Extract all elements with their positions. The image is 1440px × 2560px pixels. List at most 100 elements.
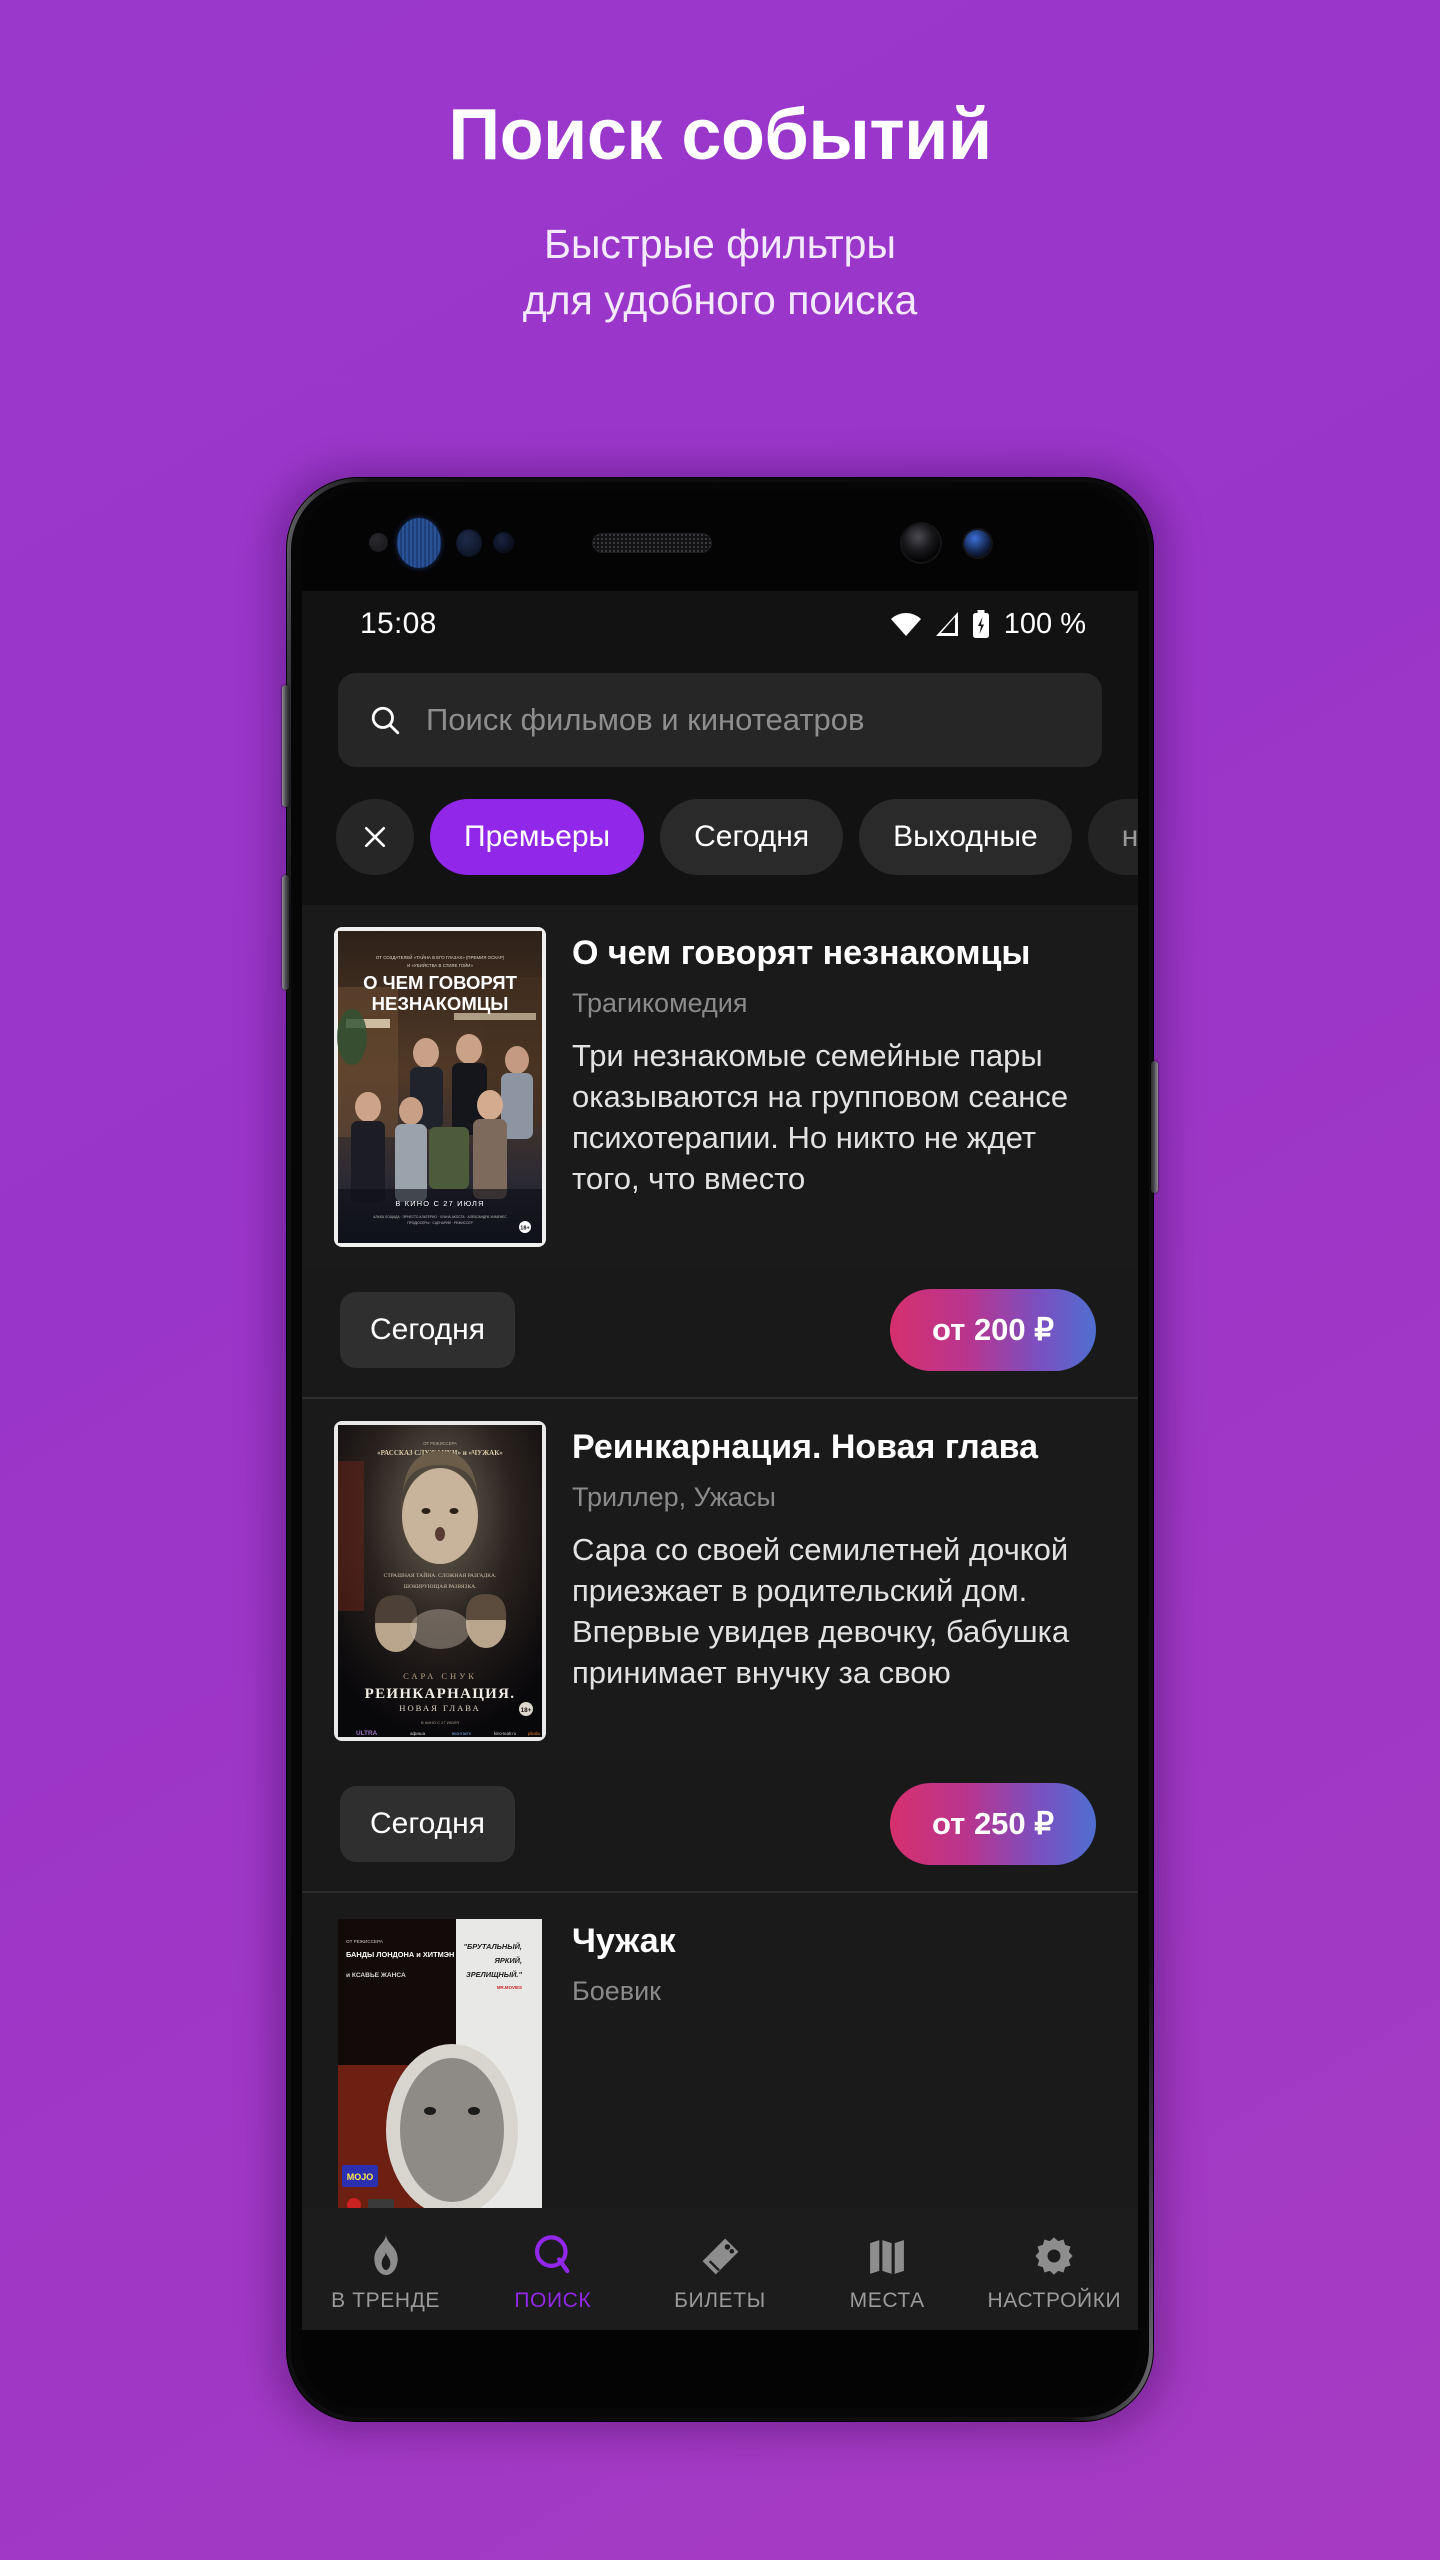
status-bar: 15:08 100 % <box>302 583 1138 665</box>
svg-text:АЛЬБА ЛОЩАДА · ЭРНЕСТО АЛЬТЕРИ: АЛЬБА ЛОЩАДА · ЭРНЕСТО АЛЬТЕРИО · ХУАНА … <box>373 1215 507 1219</box>
wifi-icon <box>890 613 921 636</box>
movie-poster-3: ОТ РЕЖИССЕРА БАНДЫ ЛОНДОНА и ХИТМЭН и КС… <box>334 1915 546 2235</box>
svg-text:НЕЗНАКОМЦЫ: НЕЗНАКОМЦЫ <box>372 993 509 1014</box>
flame-icon <box>366 2231 406 2277</box>
svg-text:САРА СНУК: САРА СНУК <box>403 1671 477 1681</box>
showtime-day-chip[interactable]: Сегодня <box>340 1292 515 1368</box>
svg-text:MOJO: MOJO <box>347 2172 374 2182</box>
movie-list: ОТ СОЗДАТЕЛЕЙ «ТАЙНА В ЕГО ГЛАЗАХ» (ПРЕМ… <box>302 905 1138 2235</box>
poster-art-2: ОТ РЕЖИССЕРА «РАССКАЗ СЛУЖАНКИ» и «ЧУЖАК… <box>334 1421 546 1741</box>
svg-text:ОТ СОЗДАТЕЛЕЙ «ТАЙНА В ЕГО ГЛА: ОТ СОЗДАТЕЛЕЙ «ТАЙНА В ЕГО ГЛАЗАХ» (ПРЕМ… <box>376 955 505 960</box>
search-icon <box>371 706 400 735</box>
svg-text:РЕИНКАРНАЦИЯ.: РЕИНКАРНАЦИЯ. <box>365 1686 516 1702</box>
poster-art-1: ОТ СОЗДАТЕЛЕЙ «ТАЙНА В ЕГО ГЛАЗАХ» (ПРЕМ… <box>334 927 546 1247</box>
svg-text:ULTRA: ULTRA <box>356 1730 378 1737</box>
battery-percent-label: 100 % <box>1003 607 1086 640</box>
search-placeholder: Поиск фильмов и кинотеатров <box>426 702 865 737</box>
filter-chip-row[interactable]: Премьеры Сегодня Выходные на я <box>302 767 1138 905</box>
svg-text:ЯРКИЙ,: ЯРКИЙ, <box>493 1956 522 1965</box>
movie-card-1-footer: Сегодня от 200 ₽ <box>302 1267 1138 1399</box>
svg-text:БАНДЫ ЛОНДОНА и ХИТМЭН: БАНДЫ ЛОНДОНА и ХИТМЭН <box>346 1950 454 1959</box>
svg-text:"БРУТАЛЬНЫЙ,: "БРУТАЛЬНЫЙ, <box>464 1942 522 1951</box>
nav-label: В ТРЕНДЕ <box>331 2289 441 2312</box>
secondary-camera-icon <box>964 530 991 557</box>
svg-text:ОТ РЕЖИССЕРА: ОТ РЕЖИССЕРА <box>346 1939 384 1944</box>
svg-text:В КИНО С 27 ИЮЛЯ: В КИНО С 27 ИЮЛЯ <box>421 1720 459 1725</box>
power-button[interactable] <box>1151 1061 1158 1193</box>
device-bottom-bezel <box>302 2330 1138 2408</box>
nav-label: БИЛЕТЫ <box>674 2289 766 2312</box>
search-bar-container: Поиск фильмов и кинотеатров <box>302 665 1138 767</box>
svg-text:В КИНО С 27 ИЮЛЯ: В КИНО С 27 ИЮЛЯ <box>395 1199 484 1208</box>
showtime-day-chip[interactable]: Сегодня <box>340 1786 515 1862</box>
svg-text:НОВАЯ ГЛАВА: НОВАЯ ГЛАВА <box>399 1703 480 1713</box>
battery-charging-icon <box>972 610 989 638</box>
promo-subtitle-line-2: для удобного поиска <box>522 276 918 323</box>
svg-text:О ЧЕМ ГОВОРЯТ: О ЧЕМ ГОВОРЯТ <box>363 972 518 993</box>
svg-text:ПРОДЮСЕРЫ · СЦЕНАРИЙ · РЕЖИССЕ: ПРОДЮСЕРЫ · СЦЕНАРИЙ · РЕЖИССЕР <box>407 1221 473 1225</box>
status-indicators: 100 % <box>890 608 1086 641</box>
device-top-bezel <box>302 491 1138 591</box>
movie-poster-1: ОТ СОЗДАТЕЛЕЙ «ТАЙНА В ЕГО ГЛАЗАХ» (ПРЕМ… <box>334 927 546 1247</box>
light-sensor-icon <box>457 530 481 556</box>
movie-title: Реинкарнация. Новая глава <box>572 1428 1039 1466</box>
promo-header: Поиск событий Быстрые фильтры для удобно… <box>0 0 1440 328</box>
volume-up-button[interactable] <box>282 685 289 807</box>
movie-card-2[interactable]: ОТ РЕЖИССЕРА «РАССКАЗ СЛУЖАНКИ» и «ЧУЖАК… <box>302 1399 1138 1761</box>
iris-scanner-icon <box>397 518 441 568</box>
nav-item-search[interactable]: ПОИСК <box>469 2231 636 2313</box>
movie-poster-2: ОТ РЕЖИССЕРА «РАССКАЗ СЛУЖАНКИ» и «ЧУЖАК… <box>334 1421 546 1741</box>
movie-description: Три незнакомые семейные пары оказываются… <box>572 1037 1069 1197</box>
front-camera-icon <box>902 524 940 562</box>
nav-label: ПОИСК <box>514 2289 592 2312</box>
price-button[interactable]: от 250 ₽ <box>890 1783 1096 1865</box>
movie-title: Чужак <box>572 1922 676 1960</box>
nav-item-trending[interactable]: В ТРЕНДЕ <box>302 2231 469 2313</box>
svg-text:ШОКИРУЮЩАЯ РАЗВЯЗКА.: ШОКИРУЮЩАЯ РАЗВЯЗКА. <box>403 1584 477 1590</box>
svg-text:ЗРЕЛИЩНЫЙ.": ЗРЕЛИЩНЫЙ." <box>466 1970 522 1979</box>
search-input[interactable]: Поиск фильмов и кинотеатров <box>338 673 1102 767</box>
volume-down-button[interactable] <box>282 875 289 990</box>
svg-text:СТРАШНАЯ ТАЙНА. СЛОЖНАЯ РАЗГАД: СТРАШНАЯ ТАЙНА. СЛОЖНАЯ РАЗГАДКА. <box>384 1571 497 1579</box>
movie-card-2-footer: Сегодня от 250 ₽ <box>302 1761 1138 1893</box>
close-icon <box>364 826 386 848</box>
page-title: Поиск событий <box>448 95 992 175</box>
movie-info-2: Реинкарнация. Новая глава Триллер, Ужасы… <box>572 1421 1108 1741</box>
svg-text:И «УБИЙСТВА В СТИЛЕ ГОЙИ»: И «УБИЙСТВА В СТИЛЕ ГОЙИ» <box>407 963 473 968</box>
filter-chip-today[interactable]: Сегодня <box>660 799 844 875</box>
movie-title: О чем говорят незнакомцы <box>572 934 1031 972</box>
nav-item-places[interactable]: МЕСТА <box>804 2231 971 2313</box>
ticket-icon <box>699 2231 741 2277</box>
movie-card-3[interactable]: ОТ РЕЖИССЕРА БАНДЫ ЛОНДОНА и ХИТМЭН и КС… <box>302 1893 1138 2235</box>
filter-chip-partial[interactable]: на я <box>1087 799 1138 875</box>
nav-item-settings[interactable]: НАСТРОЙКИ <box>971 2231 1138 2313</box>
proximity-sensor-icon <box>369 533 388 552</box>
svg-text:MR.MOVIES: MR.MOVIES <box>497 1985 522 1990</box>
svg-text:kino-teatr.ru: kino-teatr.ru <box>494 1731 517 1736</box>
nav-item-tickets[interactable]: БИЛЕТЫ <box>636 2231 803 2313</box>
movie-genre: Триллер, Ужасы <box>572 1481 776 1512</box>
movie-description: Сара со своей семилетней дочкой приезжае… <box>572 1531 1070 1691</box>
promo-subtitle: Быстрые фильтры для удобного поиска <box>0 217 1440 328</box>
nav-label: МЕСТА <box>849 2289 925 2312</box>
svg-text:pikabu: pikabu <box>528 1731 541 1736</box>
phone-screen: 15:08 100 % Поиск фильмов и кинотеатров … <box>302 583 1138 2336</box>
filter-chip-premieres[interactable]: Премьеры <box>430 799 645 875</box>
filter-chip-weekend[interactable]: Выходные <box>859 799 1072 875</box>
earpiece-speaker-icon <box>592 533 712 553</box>
led-indicator-icon <box>494 533 513 552</box>
svg-text:ОТ РЕЖИССЕРА: ОТ РЕЖИССЕРА <box>423 1441 457 1446</box>
bottom-navigation[interactable]: В ТРЕНДЕ ПОИСК БИЛЕТЫ МЕСТА НАСТРОЙКИ <box>302 2208 1138 2336</box>
cellular-signal-icon <box>935 612 958 636</box>
svg-text:афиша: афиша <box>410 1731 426 1736</box>
nav-label: НАСТРОЙКИ <box>987 2289 1122 2312</box>
phone-mockup: 15:08 100 % Поиск фильмов и кинотеатров … <box>272 467 1168 2436</box>
movie-info-1: О чем говорят незнакомцы Трагикомедия Тр… <box>572 927 1108 1247</box>
svg-text:18+: 18+ <box>520 1226 530 1232</box>
svg-text:и КСАВЬЕ ЖАНСА: и КСАВЬЕ ЖАНСА <box>346 1972 406 1979</box>
clear-filters-button[interactable] <box>336 799 414 875</box>
price-button[interactable]: от 200 ₽ <box>890 1289 1096 1371</box>
movie-card-1[interactable]: ОТ СОЗДАТЕЛЕЙ «ТАЙНА В ЕГО ГЛАЗАХ» (ПРЕМ… <box>302 905 1138 1267</box>
status-time: 15:08 <box>360 607 437 640</box>
search-icon <box>532 2231 574 2277</box>
